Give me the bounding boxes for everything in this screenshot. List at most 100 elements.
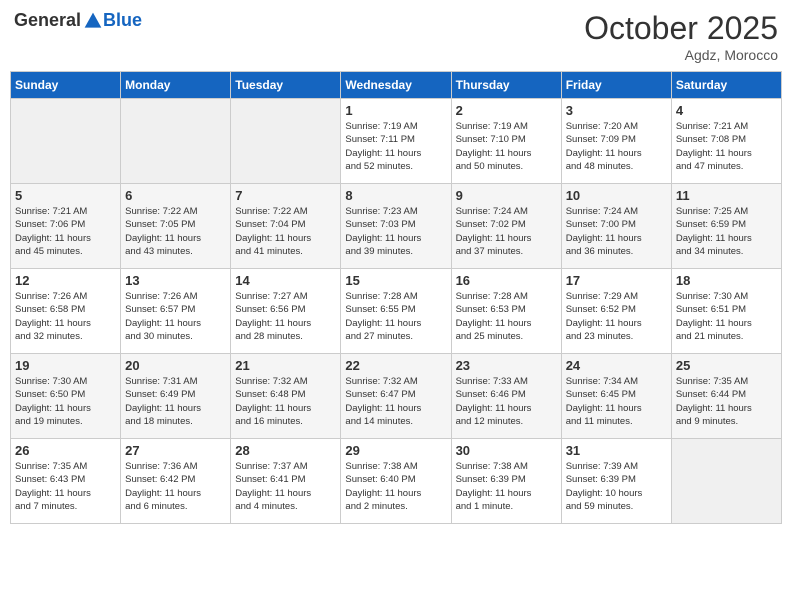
calendar-cell: 19 Sunrise: 7:30 AM Sunset: 6:50 PM Dayli…: [11, 354, 121, 439]
day-info: Sunrise: 7:20 AM Sunset: 7:09 PM Dayligh…: [566, 120, 667, 173]
calendar-cell: 1 Sunrise: 7:19 AM Sunset: 7:11 PM Daylig…: [341, 99, 451, 184]
weekday-header-wednesday: Wednesday: [341, 72, 451, 99]
calendar-cell: 14Sunrise: 7:27 AM Sunset: 6:56 PM Dayli…: [231, 269, 341, 354]
calendar-cell: [11, 99, 121, 184]
day-number: 3: [566, 103, 667, 118]
calendar-cell: 22 Sunrise: 7:32 AM Sunset: 6:47 PM Dayli…: [341, 354, 451, 439]
day-info: Sunrise: 7:21 AM Sunset: 7:08 PM Dayligh…: [676, 120, 777, 173]
calendar-cell: 24 Sunrise: 7:34 AM Sunset: 6:45 PM Dayli…: [561, 354, 671, 439]
day-info: Sunrise: 7:36 AM Sunset: 6:42 PM Dayligh…: [125, 460, 226, 513]
weekday-header-monday: Monday: [121, 72, 231, 99]
day-info: Sunrise: 7:26 AM Sunset: 6:57 PM Dayligh…: [125, 290, 226, 343]
day-info: Sunrise: 7:24 AM Sunset: 7:00 PM Dayligh…: [566, 205, 667, 258]
day-info: Sunrise: 7:31 AM Sunset: 6:49 PM Dayligh…: [125, 375, 226, 428]
week-row-2: 5Sunrise: 7:21 AM Sunset: 7:06 PM Daylig…: [11, 184, 782, 269]
page-header: General Blue October 2025 Agdz, Morocco: [10, 10, 782, 63]
calendar-cell: 10 Sunrise: 7:24 AM Sunset: 7:00 PM Dayli…: [561, 184, 671, 269]
day-info: Sunrise: 7:37 AM Sunset: 6:41 PM Dayligh…: [235, 460, 336, 513]
day-info: Sunrise: 7:34 AM Sunset: 6:45 PM Dayligh…: [566, 375, 667, 428]
calendar-cell: 5Sunrise: 7:21 AM Sunset: 7:06 PM Daylig…: [11, 184, 121, 269]
day-info: Sunrise: 7:22 AM Sunset: 7:04 PM Dayligh…: [235, 205, 336, 258]
weekday-header-saturday: Saturday: [671, 72, 781, 99]
weekday-header-sunday: Sunday: [11, 72, 121, 99]
calendar-cell: 2Sunrise: 7:19 AM Sunset: 7:10 PM Daylig…: [451, 99, 561, 184]
day-number: 6: [125, 188, 226, 203]
weekday-header-tuesday: Tuesday: [231, 72, 341, 99]
day-info: Sunrise: 7:39 AM Sunset: 6:39 PM Dayligh…: [566, 460, 667, 513]
calendar-cell: 20 Sunrise: 7:31 AM Sunset: 6:49 PM Dayli…: [121, 354, 231, 439]
calendar-cell: 25 Sunrise: 7:35 AM Sunset: 6:44 PM Dayli…: [671, 354, 781, 439]
calendar-cell: 9 Sunrise: 7:24 AM Sunset: 7:02 PM Daylig…: [451, 184, 561, 269]
day-info: Sunrise: 7:28 AM Sunset: 6:53 PM Dayligh…: [456, 290, 557, 343]
week-row-3: 12 Sunrise: 7:26 AM Sunset: 6:58 PM Dayli…: [11, 269, 782, 354]
day-number: 11: [676, 188, 777, 203]
calendar-cell: 6 Sunrise: 7:22 AM Sunset: 7:05 PM Daylig…: [121, 184, 231, 269]
day-info: Sunrise: 7:24 AM Sunset: 7:02 PM Dayligh…: [456, 205, 557, 258]
day-info: Sunrise: 7:30 AM Sunset: 6:50 PM Dayligh…: [15, 375, 116, 428]
calendar-cell: 29Sunrise: 7:38 AM Sunset: 6:40 PM Dayli…: [341, 439, 451, 524]
calendar-cell: 27Sunrise: 7:36 AM Sunset: 6:42 PM Dayli…: [121, 439, 231, 524]
day-info: Sunrise: 7:22 AM Sunset: 7:05 PM Dayligh…: [125, 205, 226, 258]
weekday-header-thursday: Thursday: [451, 72, 561, 99]
calendar-cell: [121, 99, 231, 184]
logo: General Blue: [14, 10, 142, 31]
day-number: 25: [676, 358, 777, 373]
day-number: 31: [566, 443, 667, 458]
calendar-cell: 28 Sunrise: 7:37 AM Sunset: 6:41 PM Dayli…: [231, 439, 341, 524]
calendar-cell: [671, 439, 781, 524]
week-row-4: 19 Sunrise: 7:30 AM Sunset: 6:50 PM Dayli…: [11, 354, 782, 439]
calendar-cell: 13 Sunrise: 7:26 AM Sunset: 6:57 PM Dayli…: [121, 269, 231, 354]
day-number: 15: [345, 273, 446, 288]
calendar-cell: 31 Sunrise: 7:39 AM Sunset: 6:39 PM Dayli…: [561, 439, 671, 524]
day-info: Sunrise: 7:30 AM Sunset: 6:51 PM Dayligh…: [676, 290, 777, 343]
calendar-cell: 17 Sunrise: 7:29 AM Sunset: 6:52 PM Dayli…: [561, 269, 671, 354]
day-info: Sunrise: 7:38 AM Sunset: 6:39 PM Dayligh…: [456, 460, 557, 513]
day-info: Sunrise: 7:29 AM Sunset: 6:52 PM Dayligh…: [566, 290, 667, 343]
logo-blue: Blue: [103, 10, 142, 31]
day-info: Sunrise: 7:27 AM Sunset: 6:56 PM Dayligh…: [235, 290, 336, 343]
day-number: 16: [456, 273, 557, 288]
calendar-cell: 16 Sunrise: 7:28 AM Sunset: 6:53 PM Dayli…: [451, 269, 561, 354]
logo-general: General: [14, 10, 81, 31]
day-number: 12: [15, 273, 116, 288]
title-area: October 2025 Agdz, Morocco: [584, 10, 778, 63]
day-number: 26: [15, 443, 116, 458]
week-row-1: 1 Sunrise: 7:19 AM Sunset: 7:11 PM Daylig…: [11, 99, 782, 184]
day-number: 20: [125, 358, 226, 373]
week-row-5: 26Sunrise: 7:35 AM Sunset: 6:43 PM Dayli…: [11, 439, 782, 524]
calendar-cell: 30 Sunrise: 7:38 AM Sunset: 6:39 PM Dayli…: [451, 439, 561, 524]
day-number: 17: [566, 273, 667, 288]
day-number: 23: [456, 358, 557, 373]
day-number: 19: [15, 358, 116, 373]
calendar-cell: 4 Sunrise: 7:21 AM Sunset: 7:08 PM Daylig…: [671, 99, 781, 184]
calendar-cell: 23Sunrise: 7:33 AM Sunset: 6:46 PM Dayli…: [451, 354, 561, 439]
calendar-table: SundayMondayTuesdayWednesdayThursdayFrid…: [10, 71, 782, 524]
calendar-cell: 12 Sunrise: 7:26 AM Sunset: 6:58 PM Dayli…: [11, 269, 121, 354]
day-number: 7: [235, 188, 336, 203]
day-number: 1: [345, 103, 446, 118]
day-number: 28: [235, 443, 336, 458]
month-title: October 2025: [584, 10, 778, 47]
day-number: 18: [676, 273, 777, 288]
day-info: Sunrise: 7:35 AM Sunset: 6:44 PM Dayligh…: [676, 375, 777, 428]
calendar-cell: 26Sunrise: 7:35 AM Sunset: 6:43 PM Dayli…: [11, 439, 121, 524]
calendar-cell: 21Sunrise: 7:32 AM Sunset: 6:48 PM Dayli…: [231, 354, 341, 439]
day-info: Sunrise: 7:32 AM Sunset: 6:47 PM Dayligh…: [345, 375, 446, 428]
day-info: Sunrise: 7:28 AM Sunset: 6:55 PM Dayligh…: [345, 290, 446, 343]
calendar-cell: [231, 99, 341, 184]
day-number: 10: [566, 188, 667, 203]
day-number: 9: [456, 188, 557, 203]
day-number: 30: [456, 443, 557, 458]
day-number: 4: [676, 103, 777, 118]
day-number: 22: [345, 358, 446, 373]
day-info: Sunrise: 7:26 AM Sunset: 6:58 PM Dayligh…: [15, 290, 116, 343]
calendar-cell: 8Sunrise: 7:23 AM Sunset: 7:03 PM Daylig…: [341, 184, 451, 269]
day-number: 13: [125, 273, 226, 288]
day-info: Sunrise: 7:19 AM Sunset: 7:10 PM Dayligh…: [456, 120, 557, 173]
calendar-cell: 18 Sunrise: 7:30 AM Sunset: 6:51 PM Dayli…: [671, 269, 781, 354]
day-number: 24: [566, 358, 667, 373]
calendar-cell: 3 Sunrise: 7:20 AM Sunset: 7:09 PM Daylig…: [561, 99, 671, 184]
calendar-cell: 15 Sunrise: 7:28 AM Sunset: 6:55 PM Dayli…: [341, 269, 451, 354]
day-info: Sunrise: 7:19 AM Sunset: 7:11 PM Dayligh…: [345, 120, 446, 173]
day-info: Sunrise: 7:23 AM Sunset: 7:03 PM Dayligh…: [345, 205, 446, 258]
